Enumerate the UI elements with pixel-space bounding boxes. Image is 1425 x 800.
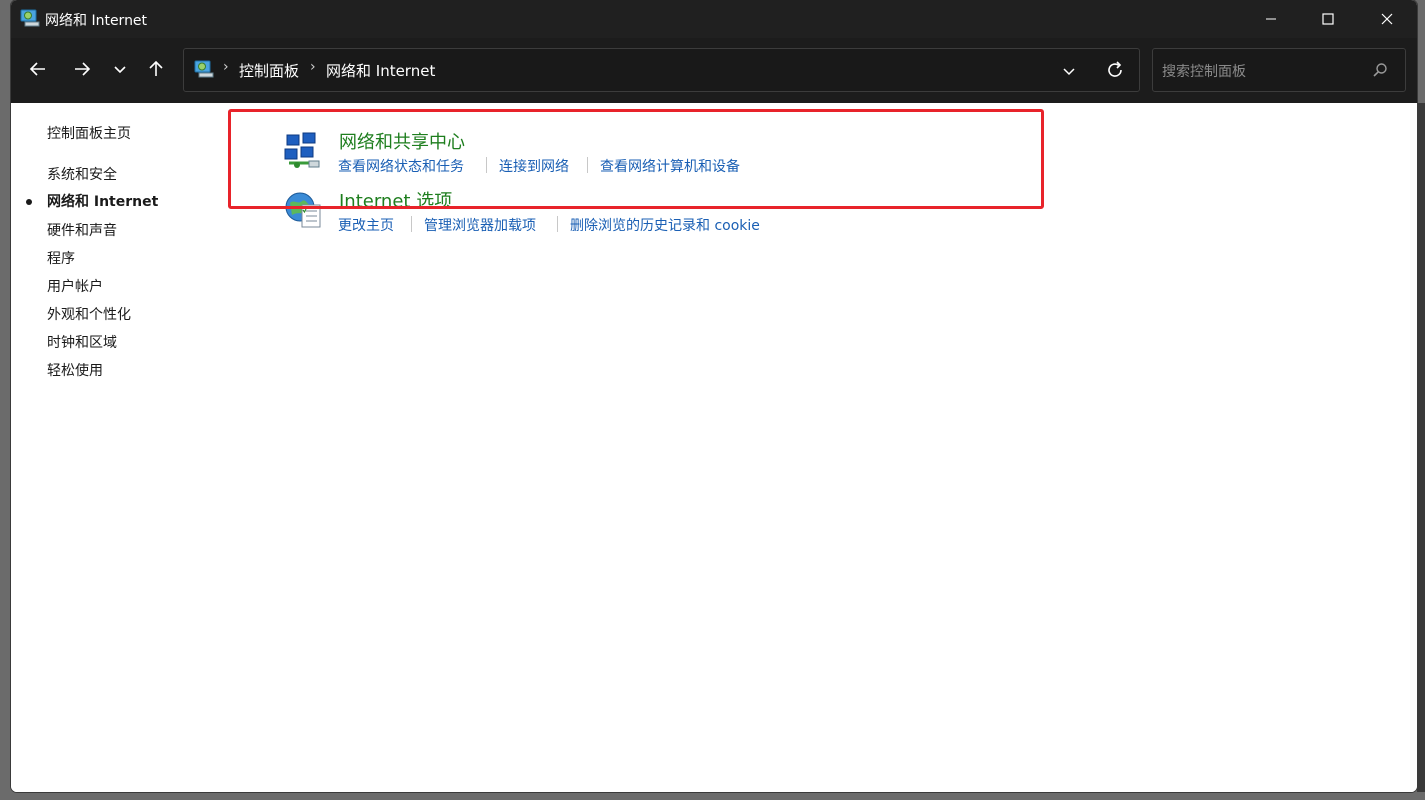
address-bar[interactable]: › 控制面板 › 网络和 Internet <box>183 48 1140 92</box>
manage-addons-link[interactable]: 管理浏览器加载项 <box>424 215 536 235</box>
search-input[interactable]: 搜索控制面板 <box>1152 48 1406 92</box>
window-title: 网络和 Internet <box>45 13 148 29</box>
delete-browsing-history-link[interactable]: 删除浏览的历史记录和 cookie <box>570 215 760 235</box>
breadcrumb-separator-icon: › <box>310 59 316 75</box>
navigation-toolbar: › 控制面板 › 网络和 Internet 搜索控制面板 <box>11 38 1417 103</box>
forward-arrow-icon <box>73 60 91 82</box>
sidebar-item-system-security[interactable]: 系统和安全 <box>47 164 117 184</box>
sidebar-item-clock-region[interactable]: 时钟和区域 <box>47 332 117 352</box>
close-icon <box>1381 13 1393 25</box>
back-arrow-icon <box>29 60 47 82</box>
title-bar: 网络和 Internet <box>11 0 1417 38</box>
network-folder-icon <box>20 9 40 27</box>
network-folder-icon <box>194 60 214 78</box>
chevron-down-icon <box>113 62 127 81</box>
up-arrow-icon <box>147 60 165 82</box>
recent-locations-button[interactable] <box>104 55 136 87</box>
sidebar-item-appearance[interactable]: 外观和个性化 <box>47 304 131 324</box>
sidebar-item-hardware-sound[interactable]: 硬件和声音 <box>47 220 117 240</box>
minimize-button[interactable] <box>1242 0 1300 38</box>
maximize-button[interactable] <box>1299 0 1357 38</box>
breadcrumb-separator-icon: › <box>223 59 229 75</box>
back-button[interactable] <box>22 55 54 87</box>
link-divider <box>411 216 412 232</box>
minimize-icon <box>1265 13 1277 25</box>
address-dropdown-button[interactable] <box>1059 61 1079 81</box>
sidebar-item-control-panel-home[interactable]: 控制面板主页 <box>47 123 131 143</box>
change-homepage-link[interactable]: 更改主页 <box>338 215 394 235</box>
maximize-icon <box>1322 13 1334 25</box>
control-panel-window: 网络和 Internet › 控制面板 › 网络和 Internet 搜索控制面… <box>11 0 1417 792</box>
highlight-box <box>228 109 1044 209</box>
link-divider <box>557 216 558 232</box>
refresh-icon[interactable] <box>1104 59 1126 81</box>
sidebar-item-user-accounts[interactable]: 用户帐户 <box>47 276 103 296</box>
search-placeholder: 搜索控制面板 <box>1162 64 1246 80</box>
breadcrumb-control-panel[interactable]: 控制面板 <box>239 60 299 81</box>
search-icon[interactable] <box>1371 61 1389 79</box>
background-window-edge <box>1417 103 1425 792</box>
breadcrumb-network-internet[interactable]: 网络和 Internet <box>326 60 435 81</box>
close-button[interactable] <box>1358 0 1416 38</box>
sidebar-item-ease-of-access[interactable]: 轻松使用 <box>47 360 103 380</box>
up-button[interactable] <box>140 55 172 87</box>
forward-button[interactable] <box>66 55 98 87</box>
sidebar-item-network-internet[interactable]: 网络和 Internet <box>47 191 158 211</box>
active-indicator-icon <box>26 199 32 205</box>
sidebar-item-programs[interactable]: 程序 <box>47 248 75 268</box>
main-content: 控制面板主页 系统和安全 网络和 Internet 硬件和声音 程序 用户帐户 … <box>11 103 1417 792</box>
